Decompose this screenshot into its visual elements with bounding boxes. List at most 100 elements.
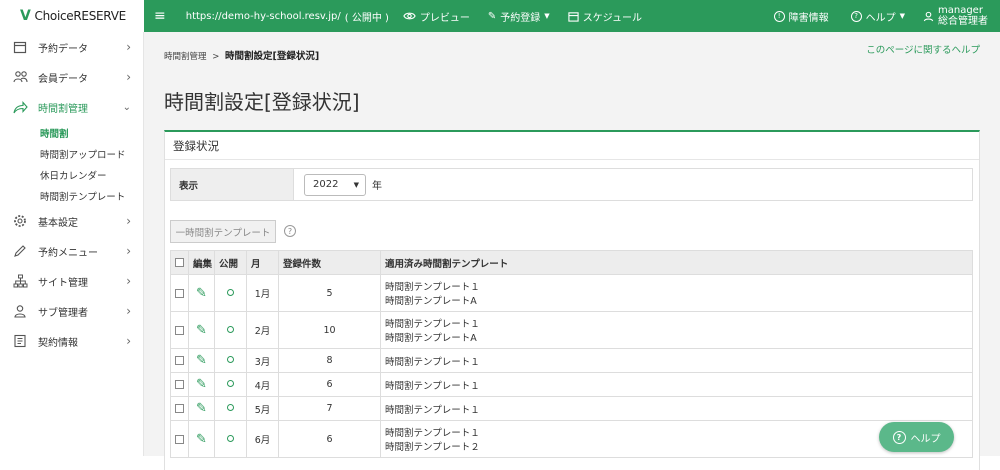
select-all-checkbox[interactable]: [175, 258, 184, 267]
outage-info-link[interactable]: ! 障害情報: [773, 9, 829, 24]
count-cell: 10: [278, 311, 381, 349]
sidebar-item-reservations[interactable]: 予約データ ›: [0, 32, 143, 62]
sidebar-item-contract-info[interactable]: 契約情報 ›: [0, 326, 143, 356]
sidebar-subitem-timetable-template[interactable]: 時間割テンプレート: [0, 185, 143, 206]
row-checkbox[interactable]: [175, 404, 184, 413]
sidebar-item-label: 予約メニュー: [38, 247, 98, 259]
booking-dropdown[interactable]: ✎ 予約登録 ▼: [488, 9, 550, 24]
select-all-checkbox-cell: [170, 250, 189, 275]
chevron-down-icon: ⌄: [122, 101, 131, 113]
chevron-right-icon: ›: [126, 40, 131, 54]
template-name: 時間割テンプレート１: [385, 356, 480, 368]
edit-icon[interactable]: ✎: [196, 323, 207, 338]
templates-cell: 時間割テンプレート１: [380, 372, 973, 397]
count-cell: 6: [278, 372, 381, 397]
edit-icon[interactable]: ✎: [196, 377, 207, 392]
sidebar-item-booking-menu[interactable]: 予約メニュー ›: [0, 236, 143, 266]
user-menu[interactable]: manager 総合管理者: [923, 5, 988, 27]
template-name: 時間割テンプレート１: [385, 319, 480, 330]
table-row: ✎ 2月 10 時間割テンプレート１ 時間割テンプレートA: [170, 311, 973, 349]
page-help-link[interactable]: このページに関するヘルプ: [866, 42, 980, 56]
edit-icon[interactable]: ✎: [196, 286, 207, 301]
row-checkbox[interactable]: [175, 288, 184, 298]
sidebar-subitem-timetable[interactable]: 時間割: [0, 122, 143, 143]
question-circle-icon[interactable]: ?: [284, 225, 296, 237]
edit-icon[interactable]: ✎: [196, 401, 207, 416]
row-checkbox[interactable]: [175, 380, 184, 389]
timetable-template-button[interactable]: 一時間割テンプレート: [170, 220, 276, 243]
sidebar-item-label: 基本設定: [38, 217, 78, 229]
table-row: ✎ 4月 6 時間割テンプレート１: [170, 372, 973, 397]
breadcrumb-parent[interactable]: 時間割管理: [164, 52, 207, 62]
row-checkbox[interactable]: [175, 325, 184, 335]
sidebar-subitem-holiday-calendar[interactable]: 休日カレンダー: [0, 164, 143, 185]
sidebar-item-members[interactable]: 会員データ ›: [0, 62, 143, 92]
brand-name: ChoiceRESERVE: [34, 9, 127, 23]
row-checkbox[interactable]: [175, 434, 184, 444]
sidebar-item-sub-admins[interactable]: サブ管理者 ›: [0, 296, 143, 326]
schedule-link[interactable]: スケジュール: [568, 9, 642, 24]
sidebar-item-label: サイト管理: [38, 277, 88, 289]
sidebar: 予約データ › 会員データ › 時間割管理 ⌄ 時間割 時間割アップロード 休日…: [0, 32, 144, 456]
edit-icon[interactable]: ✎: [196, 432, 207, 447]
sidebar-item-label: サブ管理者: [38, 307, 88, 319]
chevron-right-icon: ›: [126, 274, 131, 288]
help-fab-button[interactable]: ? ヘルプ: [879, 422, 954, 452]
sidebar-item-basic-settings[interactable]: 基本設定 ›: [0, 206, 143, 236]
document-icon: [12, 333, 28, 349]
templates-cell: 時間割テンプレート１ 時間割テンプレートA: [380, 311, 973, 349]
year-select[interactable]: 2022 ▼: [304, 173, 366, 196]
preview-button[interactable]: プレビュー: [403, 9, 470, 24]
template-name: 時間割テンプレート１: [385, 282, 480, 293]
month-cell: 2月: [246, 311, 279, 349]
template-name: 時間割テンプレートA: [385, 296, 477, 307]
user-icon: [12, 303, 28, 319]
help-fab-label: ヘルプ: [910, 433, 941, 445]
chevron-right-icon: ›: [126, 70, 131, 84]
year-value: 2022: [313, 179, 339, 190]
caret-down-icon: ▼: [899, 12, 905, 20]
public-status-icon: [227, 434, 234, 442]
col-month: 月: [246, 250, 279, 275]
edit-icon[interactable]: ✎: [196, 353, 207, 368]
subitem-label: 時間割テンプレート: [40, 191, 126, 203]
question-circle-icon: ?: [892, 430, 906, 444]
gear-icon: [12, 213, 28, 229]
col-public: 公開: [214, 250, 247, 275]
site-status: ( 公開中 ): [344, 12, 389, 24]
main-content: 時間割管理 > 時間割設定[登録状況] このページに関するヘルプ 時間割設定[登…: [144, 32, 1000, 470]
templates-cell: 時間割テンプレート１: [380, 348, 973, 373]
sidebar-item-label: 契約情報: [38, 337, 78, 349]
breadcrumb: 時間割管理 > 時間割設定[登録状況]: [164, 48, 319, 62]
filter-label: 表示: [171, 169, 294, 200]
top-navbar: ≡ https://demo-hy-school.resv.jp/ ( 公開中 …: [144, 0, 1000, 32]
count-cell: 8: [278, 348, 381, 373]
pencil-icon: ✎: [487, 10, 497, 22]
template-name: 時間割テンプレート１: [385, 380, 480, 392]
brand-logo[interactable]: V ChoiceRESERVE: [0, 0, 144, 32]
col-templates: 適用済み時間割テンプレート: [380, 250, 973, 275]
sidebar-subitem-timetable-upload[interactable]: 時間割アップロード: [0, 143, 143, 164]
sidebar-item-label: 会員データ: [38, 73, 88, 85]
public-status-icon: [227, 288, 234, 296]
table-row: ✎ 1月 5 時間割テンプレート１ 時間割テンプレートA: [170, 274, 973, 312]
help-dropdown[interactable]: ? ヘルプ ▼: [850, 9, 905, 24]
sidebar-item-timetable[interactable]: 時間割管理 ⌄: [0, 92, 143, 122]
template-name: 時間割テンプレート１: [385, 404, 480, 416]
sidebar-item-site-management[interactable]: サイト管理 ›: [0, 266, 143, 296]
sidebar-item-label: 予約データ: [38, 43, 88, 55]
subitem-label: 休日カレンダー: [40, 170, 107, 182]
question-circle-icon: ?: [850, 10, 862, 22]
row-checkbox[interactable]: [175, 356, 184, 365]
table-row: ✎ 3月 8 時間割テンプレート１: [170, 348, 973, 373]
template-name: 時間割テンプレートA: [385, 333, 477, 344]
breadcrumb-current: 時間割設定[登録状況]: [225, 51, 320, 62]
share-arrow-icon: [12, 99, 28, 115]
hamburger-menu-icon[interactable]: ≡: [154, 8, 166, 24]
templates-cell: 時間割テンプレート１ 時間割テンプレートA: [380, 274, 973, 312]
count-cell: 5: [278, 274, 381, 312]
month-cell: 1月: [246, 274, 279, 312]
public-status-icon: [227, 404, 234, 411]
col-edit: 編集: [188, 250, 215, 275]
site-url-link[interactable]: https://demo-hy-school.resv.jp/ ( 公開中 ): [186, 9, 389, 24]
